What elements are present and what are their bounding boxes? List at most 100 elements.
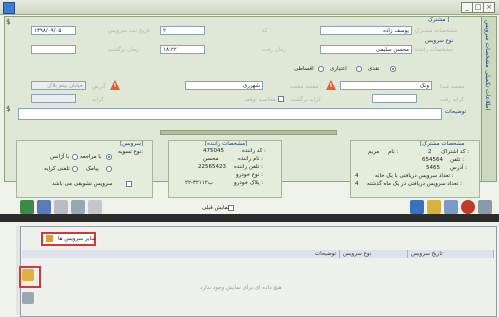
issue-date-input[interactable]: ۱۳۹۸/۰۹/۰۵ xyxy=(31,26,76,35)
origin-input[interactable]: ونک xyxy=(340,81,432,90)
count2-label: تعداد سرویس دریافتی در یک ماه گذشته : xyxy=(367,181,462,187)
destination-label: مقصد مقصد xyxy=(290,84,319,90)
extra-fare-label: کرایه xyxy=(92,97,104,103)
driver-code-value: 475045 xyxy=(203,148,224,154)
settle-opt2-label: با آژانس xyxy=(50,154,70,160)
pay-installment-label: اقساطی xyxy=(294,66,314,72)
pay-cash-label: نقدی xyxy=(368,66,380,72)
other-services-tab-label: سایر سرویس ها xyxy=(58,236,96,242)
pay-cash-radio[interactable] xyxy=(390,66,396,72)
filter-icon[interactable] xyxy=(410,200,424,214)
customer-code-label: کد اشتراک : xyxy=(441,149,470,155)
print-icon[interactable] xyxy=(54,200,68,214)
col-notes[interactable]: توضیحات xyxy=(22,250,340,258)
app-icon xyxy=(3,2,15,14)
notes-input[interactable] xyxy=(18,108,442,120)
settle-opt4-label: تلفنی کرایه xyxy=(44,166,70,172)
settle-opt1-radio[interactable] xyxy=(106,154,112,160)
return-fare-label: کرایه برگشت xyxy=(290,97,321,103)
save-icon[interactable] xyxy=(37,200,51,214)
pane-divider xyxy=(0,214,499,222)
edit-service-icon[interactable] xyxy=(22,292,34,304)
origin-warning-icon xyxy=(326,80,336,90)
origin-label: مقصد مبدا xyxy=(440,84,465,90)
destination-input[interactable]: شهرری xyxy=(185,81,263,90)
settings-icon[interactable] xyxy=(478,200,492,214)
incentive-checkbox[interactable] xyxy=(126,181,132,187)
address-label: آدرس xyxy=(92,84,106,90)
driver-name-value: محسن xyxy=(203,156,219,162)
settle-opt4-radio[interactable] xyxy=(72,166,78,172)
code-input[interactable]: ۲ xyxy=(160,26,205,35)
section-marker: $ xyxy=(6,18,11,26)
exit-icon[interactable] xyxy=(20,200,34,214)
service-type-header: نوع سرویس xyxy=(425,38,454,44)
address-input[interactable]: خیابان بیتم پلاک xyxy=(31,81,86,90)
code-label: کد xyxy=(262,28,268,34)
driver-phone-value: 22565423 xyxy=(198,164,226,170)
extra-fare-input[interactable] xyxy=(31,94,76,103)
notes-label: توضیحات xyxy=(445,109,467,115)
count2-value: 4 xyxy=(355,181,359,187)
delete-icon[interactable] xyxy=(461,200,475,214)
pay-credit-label: اعتباری xyxy=(330,66,347,72)
time-input[interactable]: ۱۸:۲۲ xyxy=(160,45,205,54)
settlement-header: [سرویس] xyxy=(120,141,144,147)
car-plate-value: ۲۲-۳۲۱ب۱۲ xyxy=(185,180,213,186)
driver-label: مشخصات راننده xyxy=(415,47,453,53)
title-bar xyxy=(0,0,499,15)
return-time-label: زمان برگشت xyxy=(108,47,139,53)
tab-extra-info[interactable]: اطلاعات تکمیلی xyxy=(484,70,491,110)
driver-info-header: [مشخصات راننده] xyxy=(205,141,248,147)
destination-warning-icon xyxy=(110,80,120,90)
driver-phone-label: تلفن راننده : xyxy=(234,164,263,170)
customer-name-label: نام : xyxy=(388,149,399,155)
incentive-label: سرویس تشویقی می باشد xyxy=(52,181,113,187)
driver-code-label: کد راننده : xyxy=(242,148,267,154)
settle-opt3-label: پیامک xyxy=(86,166,99,172)
customer-code-value: 2 xyxy=(428,149,432,155)
customer-phone-label: تلفن : xyxy=(450,157,464,163)
fare-label: کرایه رفت xyxy=(440,97,465,103)
customer-label: مشخصات مشترک xyxy=(415,28,458,34)
time-label: زمان رفت xyxy=(262,47,286,53)
tab-service-details[interactable]: مشخصات سرویس xyxy=(484,20,491,68)
issue-date-label: تاریخ ثبت سرویس xyxy=(108,28,150,34)
customer-info-header: [مشخصات مشترک xyxy=(420,141,465,147)
new-doc-icon[interactable] xyxy=(427,200,441,214)
tools-icon[interactable] xyxy=(71,200,85,214)
round-trip-label: محاسبه توقف xyxy=(244,97,276,103)
driver-name-label: نام راننده : xyxy=(238,156,264,162)
edit-icon[interactable] xyxy=(88,200,102,214)
col-service-type[interactable]: نوع سرویس xyxy=(340,250,408,258)
empty-grid-text: هیچ داده ای برای نمایش وجود ندارد xyxy=(200,285,282,291)
customer-phone-value: 654564 xyxy=(422,157,443,163)
settlement-type-label: نوع تسویه: xyxy=(118,149,144,155)
count1-value: 4 xyxy=(355,173,359,179)
driver-name-input[interactable]: محسن سلیمی xyxy=(320,45,412,54)
round-trip-checkbox[interactable] xyxy=(278,96,284,102)
settle-opt3-radio[interactable] xyxy=(106,166,112,172)
customer-address-label: آدرس : xyxy=(450,165,467,171)
customer-name-value: مریم xyxy=(368,149,380,155)
fare-input[interactable] xyxy=(372,94,417,103)
customer-header: مشترک ] xyxy=(428,17,450,23)
form-splitter[interactable] xyxy=(160,130,337,135)
count1-label: تعداد سرویس دریافتی با یک خانه : xyxy=(375,173,454,179)
edit-doc-icon[interactable] xyxy=(444,200,458,214)
customer-name-input[interactable]: یوسف زاده xyxy=(320,26,412,35)
car-type-label: نوع خودرو : xyxy=(236,172,264,178)
show-previous-label: نمایش قبلی xyxy=(202,205,230,211)
services-tab-icon xyxy=(46,235,53,242)
col-service-date[interactable]: تاریخ سرویس xyxy=(408,250,494,258)
return-time-input[interactable] xyxy=(31,45,76,54)
pay-installment-radio[interactable] xyxy=(318,66,324,72)
car-plate-label: پلاک خودرو : xyxy=(234,180,264,186)
pay-credit-radio[interactable] xyxy=(356,66,362,72)
customer-address-value: 5465 xyxy=(426,165,440,171)
close-button[interactable]: × xyxy=(483,2,495,13)
new-service-icon[interactable] xyxy=(22,269,34,281)
section-marker-2: $ xyxy=(6,105,11,113)
settle-opt2-radio[interactable] xyxy=(72,154,78,160)
settle-opt1-label: با مراجعه xyxy=(80,154,102,160)
